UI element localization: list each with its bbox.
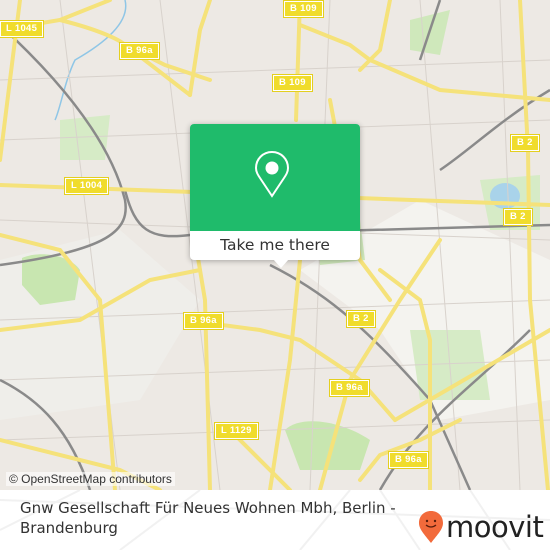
place-name: Gnw Gesellschaft Für Neues Wohnen Mbh, B… — [20, 499, 396, 537]
road-label-b2: B 2 — [510, 134, 540, 152]
map-pin-icon — [254, 150, 290, 198]
road-label-b96a: B 96a — [329, 379, 370, 397]
map-attribution[interactable]: © OpenStreetMap contributors — [6, 472, 175, 486]
road-label-b96a: B 96a — [183, 312, 224, 330]
road-label-l1129: L 1129 — [214, 422, 259, 440]
road-label-l1004: L 1004 — [63, 177, 110, 195]
road-label-b109: B 109 — [283, 0, 324, 18]
road-label-b109: B 109 — [272, 74, 313, 92]
moovit-wordmark: moovit — [446, 510, 544, 544]
moovit-logo[interactable]: moovit — [418, 510, 544, 544]
road-label-b96a: B 96a — [119, 42, 160, 60]
take-me-there-button[interactable]: Take me there — [190, 231, 360, 260]
footer: Gnw Gesellschaft Für Neues Wohnen Mbh, B… — [0, 490, 550, 550]
road-label-l1045: L 1045 — [0, 20, 45, 38]
road-label-b96a: B 96a — [388, 451, 429, 469]
road-label-b2: B 2 — [346, 310, 376, 328]
popup-pointer — [273, 259, 289, 268]
road-label-b2: B 2 — [503, 208, 533, 226]
moovit-pin-icon — [419, 511, 443, 543]
